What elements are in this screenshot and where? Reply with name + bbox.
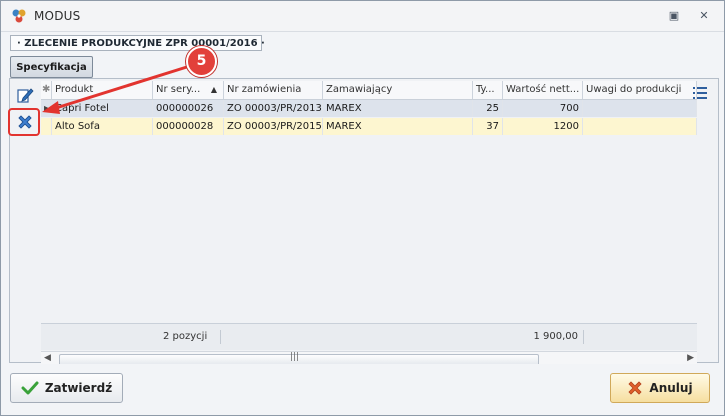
table-row[interactable]: Alto Sofa 000000028 ZO 00003/PR/2015 MAR…	[41, 118, 697, 135]
edit-icon	[17, 88, 34, 103]
row-indicator	[41, 118, 52, 135]
cell-zamawiajacy: MAREX	[323, 100, 473, 117]
cell-produkt: Alto Sofa	[52, 118, 153, 135]
tab-specyfikacja[interactable]: Specyfikacja	[10, 56, 93, 78]
column-header-typ[interactable]: Ty...	[473, 81, 503, 99]
grid-footer: 2 pozycji 1 900,00	[41, 323, 697, 350]
cell-wartosc: 700	[503, 100, 583, 117]
column-chooser-icon[interactable]	[693, 87, 707, 99]
modus-window: MODUS ▣ ✕ · ZLECENIE PRODUKCYJNE ZPR 000…	[0, 0, 725, 416]
column-header-nr-serii[interactable]: Nr sery... ▲	[153, 81, 224, 99]
cancel-x-icon	[628, 381, 642, 395]
row-indicator-header: ✱	[41, 81, 52, 99]
scroll-right-icon[interactable]: ▶	[687, 353, 694, 363]
cell-nr-zamowienia: ZO 00003/PR/2015	[224, 118, 323, 135]
column-header-produkt[interactable]: Produkt	[52, 81, 153, 99]
cancel-button-label: Anuluj	[649, 381, 693, 395]
column-header-nr-zamowienia[interactable]: Nr zamówienia	[224, 81, 323, 99]
delete-button-highlight	[8, 108, 40, 136]
grid-header: ✱ Produkt Nr sery... ▲ Nr zamówienia Zam…	[41, 81, 697, 100]
cell-produkt: Capri Fotel	[52, 100, 153, 117]
restore-button[interactable]: ▣	[667, 9, 681, 23]
specification-grid: ✱ Produkt Nr sery... ▲ Nr zamówienia Zam…	[41, 81, 697, 367]
column-header-nr-serii-label: Nr sery...	[156, 84, 201, 95]
document-header: · ZLECENIE PRODUKCYJNE ZPR 00001/2016 ·	[10, 35, 265, 51]
table-row[interactable]: ▶ Capri Fotel 000000026 ZO 00003/PR/2013…	[41, 100, 697, 117]
column-header-zamawiajacy[interactable]: Zamawiający	[323, 81, 473, 99]
row-indicator-icon: ▶	[41, 100, 52, 117]
sort-ascending-icon: ▲	[210, 85, 217, 94]
cell-uwagi	[583, 118, 697, 135]
cell-nr-serii: 000000026	[153, 100, 224, 117]
cell-nr-serii: 000000028	[153, 118, 224, 135]
title-bar: MODUS ▣ ✕	[1, 1, 724, 32]
total-value: 1 900,00	[533, 331, 578, 342]
close-button[interactable]: ✕	[697, 9, 711, 23]
window-title: MODUS	[34, 9, 81, 23]
confirm-button[interactable]: Zatwierdź	[10, 373, 123, 403]
cell-nr-zamowienia: ZO 00003/PR/2013	[224, 100, 323, 117]
column-header-wartosc[interactable]: Wartość nett...	[503, 81, 583, 99]
row-count: 2 pozycji	[163, 331, 208, 342]
cell-uwagi	[583, 100, 697, 117]
step-number-badge: 5	[186, 46, 217, 77]
column-header-uwagi[interactable]: Uwagi do produkcji	[583, 81, 697, 99]
scroll-left-icon[interactable]: ◀	[44, 353, 51, 363]
cancel-button[interactable]: Anuluj	[610, 373, 710, 403]
cell-typ: 25	[473, 100, 503, 117]
footer-divider	[220, 330, 221, 344]
specification-panel: ✱ Produkt Nr sery... ▲ Nr zamówienia Zam…	[9, 78, 719, 367]
edit-button[interactable]	[14, 85, 36, 105]
footer-divider	[583, 330, 584, 344]
scrollbar-grip: |||	[290, 352, 300, 362]
cell-typ: 37	[473, 118, 503, 135]
cell-wartosc: 1200	[503, 118, 583, 135]
modus-app-icon	[12, 9, 26, 23]
checkmark-icon	[21, 381, 39, 395]
confirm-button-label: Zatwierdź	[44, 381, 113, 395]
cell-zamawiajacy: MAREX	[323, 118, 473, 135]
